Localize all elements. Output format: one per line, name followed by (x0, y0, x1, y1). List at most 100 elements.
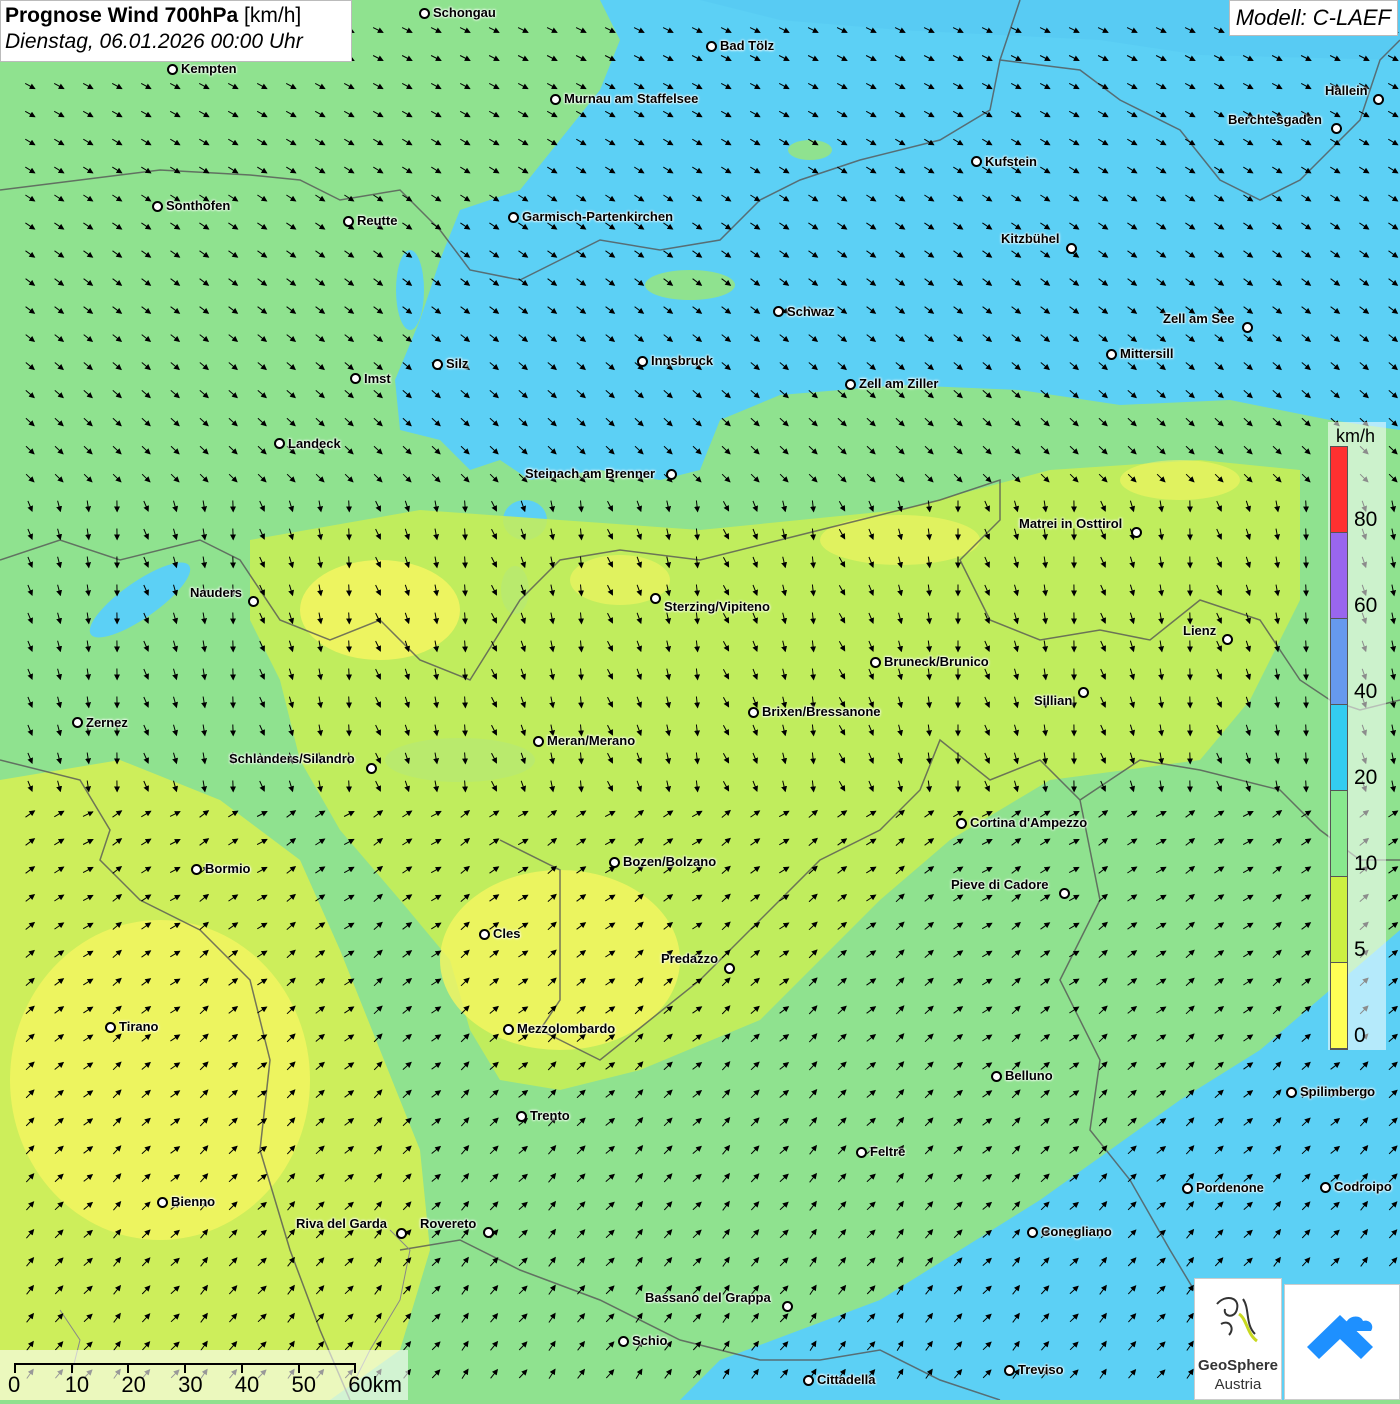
city-label: Sterzing/Vipiteno (664, 600, 770, 614)
title-unit: [km/h] (244, 4, 301, 27)
wind-arrow (349, 669, 350, 680)
city-marker (1331, 123, 1342, 134)
wind-arrow (1306, 781, 1307, 792)
city-marker (1286, 1087, 1297, 1098)
scale-label: 10 (65, 1372, 89, 1398)
wetter-app-button[interactable] (1284, 1284, 1400, 1400)
city-label: Predazzo (661, 952, 718, 966)
city-label: Pordenone (1196, 1181, 1264, 1195)
wind-zone-0-5 (1120, 460, 1240, 500)
city-label: Mezzolombardo (517, 1022, 615, 1036)
wind-arrow (1306, 613, 1307, 624)
wind-zone-10-20-patch (788, 140, 832, 160)
wind-arrow (349, 781, 350, 792)
city-marker (1182, 1183, 1193, 1194)
city-label: Sillian (1034, 694, 1072, 708)
city-label: Schio (632, 1334, 667, 1348)
city-label: Reutte (357, 214, 397, 228)
city-label: Hallein (1325, 84, 1368, 98)
legend-label: 40 (1354, 680, 1377, 704)
city-marker (274, 438, 285, 449)
legend-swatch (1331, 791, 1347, 877)
city-marker (1222, 634, 1233, 645)
logo-subtitle: Austria (1195, 1376, 1281, 1393)
city-label: Meran/Merano (547, 734, 635, 748)
city-marker (609, 857, 620, 868)
geosphere-logo[interactable]: GeoSphere Austria (1194, 1278, 1282, 1400)
city-marker (748, 707, 759, 718)
city-marker (1027, 1227, 1038, 1238)
city-marker (550, 94, 561, 105)
city-label: Bienno (171, 1195, 215, 1209)
city-label: Silz (446, 357, 468, 371)
city-label: Tirano (119, 1020, 159, 1034)
wind-zone-0-5 (10, 920, 310, 1240)
city-marker (1106, 349, 1117, 360)
wind-zone-10-20-patch (645, 270, 735, 300)
scale-label: 0 (8, 1372, 20, 1398)
legend-label: 0 (1354, 1024, 1366, 1048)
city-marker (350, 373, 361, 384)
city-label: Brixen/Bressanone (762, 705, 881, 719)
city-label: Imst (364, 372, 391, 386)
city-label: Bruneck/Brunico (884, 655, 989, 669)
legend-label: 20 (1354, 766, 1377, 790)
wind-arrow (349, 557, 350, 568)
city-marker (479, 929, 490, 940)
city-marker (516, 1111, 527, 1122)
city-marker (706, 41, 717, 52)
city-marker (803, 1375, 814, 1386)
city-marker (845, 379, 856, 390)
legend-swatch (1331, 877, 1347, 963)
wind-arrow (349, 529, 350, 540)
city-label: Bormio (205, 862, 251, 876)
city-marker (343, 216, 354, 227)
city-label: Kufstein (985, 155, 1037, 169)
city-marker (650, 593, 661, 604)
city-label: Berchtesgaden (1228, 113, 1322, 127)
wetter-app-icon (1285, 1285, 1399, 1399)
city-label: Innsbruck (651, 354, 713, 368)
scale-label: 50 (292, 1372, 316, 1398)
wind-arrow (1306, 501, 1307, 512)
city-label: Cittadella (817, 1373, 876, 1387)
city-label: Schwaz (787, 305, 835, 319)
color-legend: km/h 806040201050 (1328, 422, 1386, 1050)
city-marker (157, 1197, 168, 1208)
wind-zone-0-5 (820, 515, 980, 565)
city-marker (1131, 527, 1142, 538)
city-label: Schongau (433, 6, 496, 20)
wind-arrow (349, 501, 350, 512)
city-marker (971, 156, 982, 167)
city-label: Bad Tölz (720, 39, 774, 53)
city-label: Steinach am Brenner (525, 467, 655, 481)
city-label: Kitzbühel (1001, 232, 1060, 246)
city-label: Matrei in Osttirol (1019, 517, 1122, 531)
legend-swatch (1331, 619, 1347, 705)
city-label: Bozen/Bolzano (623, 855, 716, 869)
wind-arrow (1306, 585, 1307, 596)
city-marker (432, 359, 443, 370)
wind-arrow (349, 613, 350, 624)
scale-label: 60km (348, 1372, 402, 1398)
legend-label: 60 (1354, 594, 1377, 618)
city-label: Lienz (1183, 624, 1216, 638)
city-marker (1066, 243, 1077, 254)
city-label: Cortina d'Ampezzo (970, 816, 1087, 830)
city-marker (533, 736, 544, 747)
wind-arrow (1306, 669, 1307, 680)
city-marker (152, 201, 163, 212)
city-marker (396, 1228, 407, 1239)
wind-arrow (349, 641, 350, 652)
city-label: Pieve di Cadore (951, 878, 1049, 892)
city-label: Zell am Ziller (859, 377, 938, 391)
city-label: Conegliano (1041, 1225, 1112, 1239)
forecast-datetime: Dienstag, 06.01.2026 00:00 Uhr (5, 30, 347, 54)
city-label: Schlanders/Silandro (229, 752, 355, 766)
city-marker (72, 717, 83, 728)
wind-arrow (349, 585, 350, 596)
city-marker (1320, 1182, 1331, 1193)
city-marker (483, 1227, 494, 1238)
city-label: Riva del Garda (296, 1217, 387, 1231)
city-label: Kempten (181, 62, 237, 76)
